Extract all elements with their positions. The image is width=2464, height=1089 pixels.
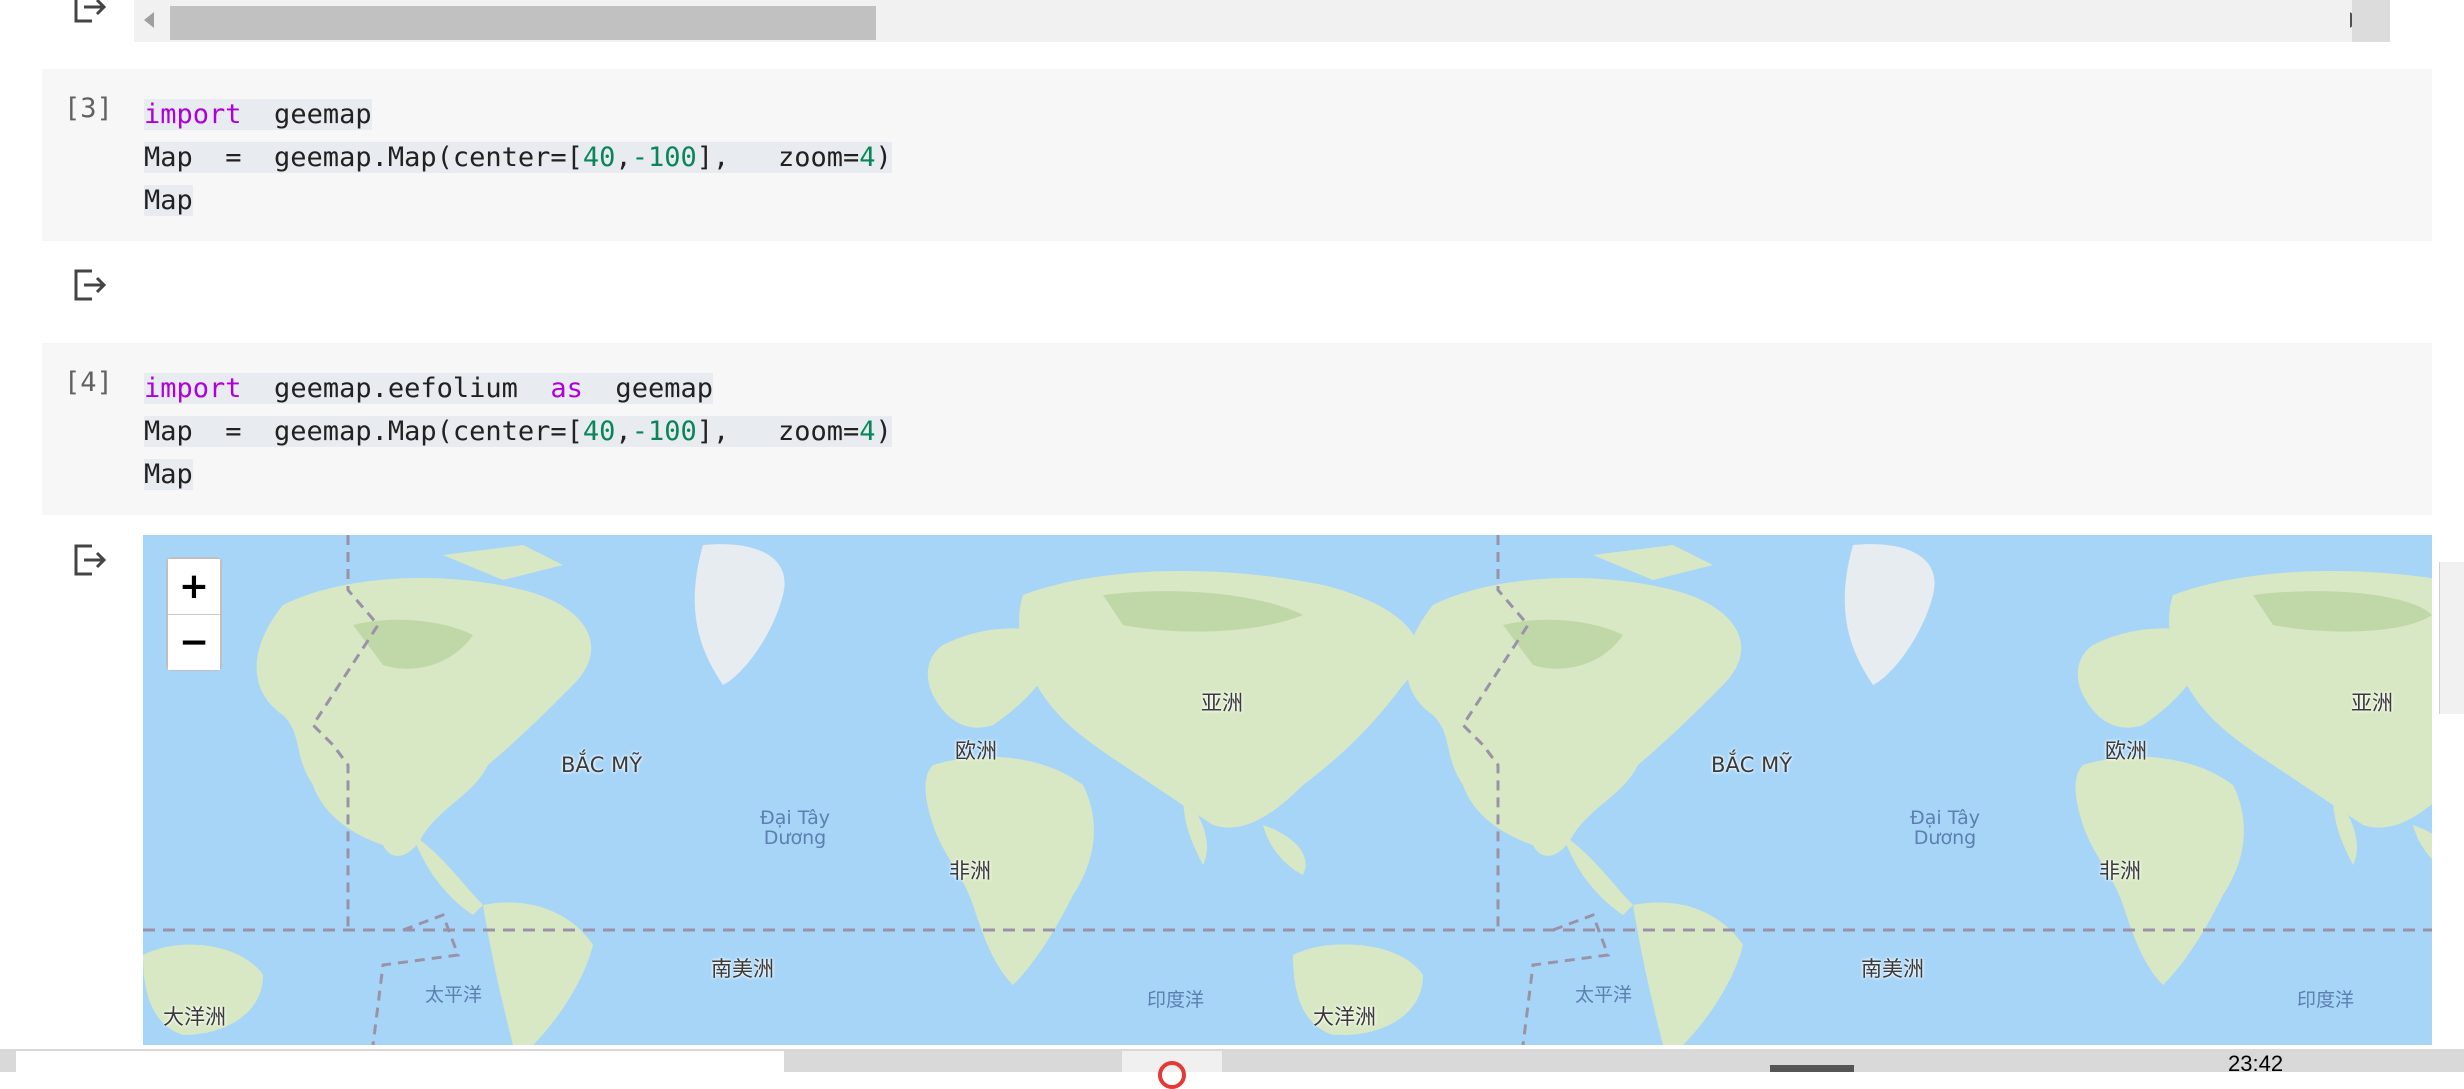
output-arrow-icon (72, 268, 110, 302)
label-asia: 亚洲 (1201, 691, 1243, 715)
taskbar: 23:42 (0, 1049, 2464, 1089)
code-keyword: import (144, 99, 242, 130)
label-indian: 印度洋 (1147, 989, 1205, 1011)
scroll-left-arrow-icon[interactable] (144, 12, 154, 28)
label-north-america: BẮC MỸ (561, 753, 643, 777)
output-arrow-icon (72, 543, 110, 577)
zoom-control: + − (166, 557, 222, 671)
code-number: 4 (859, 142, 876, 173)
code-token: Map = geemap.Map(center=[ (144, 416, 583, 447)
execution-count: [4] (64, 367, 113, 398)
code-number: -100 (631, 142, 697, 173)
label-pacific: 太平洋 (1575, 984, 1633, 1006)
label-oceania: 大洋洲 (1313, 1005, 1376, 1029)
code-token: Map (144, 185, 193, 216)
code-editor[interactable]: import geemap.eefolium as geemap Map = ge… (144, 367, 892, 496)
code-line-text: Map = geemap.Map(center=[40,-100], zoom=… (144, 142, 892, 173)
world-basemap (143, 535, 2432, 1045)
code-line-text: import geemap (144, 99, 372, 130)
code-cell-4[interactable]: [4] import geemap.eefolium as geemap Map … (42, 343, 2432, 515)
code-line: import geemap.eefolium as geemap (144, 367, 892, 410)
code-token: geemap (241, 99, 372, 130)
code-number: 4 (859, 416, 876, 447)
code-token: , (615, 142, 632, 173)
scrollbar-corner (2352, 0, 2390, 42)
code-number: -100 (631, 416, 697, 447)
code-keyword: as (550, 373, 583, 404)
taskbar-indicator (1770, 1065, 1854, 1072)
map-view[interactable]: + − BẮC MỸ 欧洲 亚洲 非洲 南美洲 大洋洲 太平洋 印度洋 Đại … (143, 535, 2432, 1045)
code-token: geemap.eefolium (241, 373, 551, 404)
code-token: Map = geemap.Map(center=[ (144, 142, 583, 173)
taskbar-search-box[interactable] (16, 1051, 784, 1072)
code-line-text: import geemap.eefolium as geemap (144, 373, 713, 404)
label-south-america: 南美洲 (711, 957, 774, 981)
output-arrow-icon (72, 0, 110, 24)
taskbar-app-button[interactable] (1122, 1051, 1222, 1089)
code-token: geemap (582, 373, 713, 404)
label-asia: 亚洲 (2351, 691, 2393, 715)
code-token: ) (875, 416, 892, 447)
label-europe: 欧洲 (2105, 739, 2147, 763)
label-north-america: BẮC MỸ (1711, 753, 1793, 777)
code-line: Map = geemap.Map(center=[40,-100], zoom=… (144, 136, 892, 179)
code-token: ], zoom= (696, 142, 860, 173)
label-pacific: 太平洋 (425, 984, 483, 1006)
label-atlantic: Đại Tây Dương (1910, 807, 1980, 849)
code-line: Map = geemap.Map(center=[40,-100], zoom=… (144, 410, 892, 453)
code-cell-3[interactable]: [3] import geemap Map = geemap.Map(center… (42, 69, 2432, 241)
code-line-text: Map = geemap.Map(center=[40,-100], zoom=… (144, 416, 892, 447)
label-oceania: 大洋洲 (163, 1005, 226, 1029)
zoom-out-button[interactable]: − (168, 615, 220, 670)
code-token: ], zoom= (696, 416, 860, 447)
code-number: 40 (582, 142, 616, 173)
code-number: 40 (582, 416, 616, 447)
execution-count: [3] (64, 93, 113, 124)
label-africa: 非洲 (2099, 859, 2141, 883)
label-indian: 印度洋 (2297, 989, 2355, 1011)
code-token: Map (144, 459, 193, 490)
app-icon (1158, 1061, 1186, 1089)
label-africa: 非洲 (949, 859, 991, 883)
label-south-america: 南美洲 (1861, 957, 1924, 981)
zoom-in-button[interactable]: + (168, 559, 220, 614)
scrollbar-thumb[interactable] (170, 6, 876, 40)
code-line: Map (144, 179, 892, 222)
label-atlantic: Đại Tây Dương (760, 807, 830, 849)
code-line: import geemap (144, 93, 892, 136)
code-line: Map (144, 453, 892, 496)
code-token: ) (875, 142, 892, 173)
page-vertical-scrollbar-thumb[interactable] (2439, 562, 2464, 714)
code-line-text: Map (144, 185, 193, 216)
code-line-text: Map (144, 459, 193, 490)
code-keyword: import (144, 373, 242, 404)
output-horizontal-scrollbar[interactable] (134, 0, 2390, 42)
code-token: , (615, 416, 632, 447)
label-europe: 欧洲 (955, 739, 997, 763)
code-editor[interactable]: import geemap Map = geemap.Map(center=[40… (144, 93, 892, 222)
